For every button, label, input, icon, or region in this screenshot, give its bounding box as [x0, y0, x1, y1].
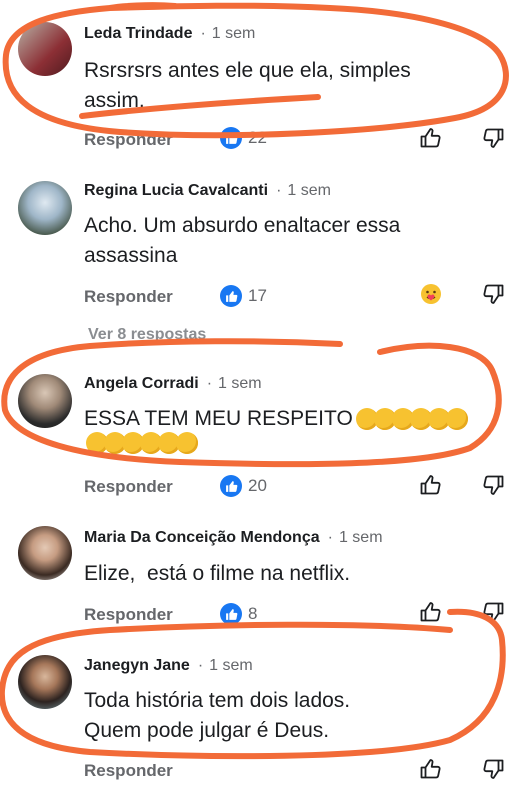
comment-text: Toda história tem dois lados. Quem pode …	[84, 689, 351, 742]
annotation-loop-3	[1, 338, 502, 468]
comment-time[interactable]: 1 sem	[287, 182, 331, 199]
clapping-hands-icon	[446, 408, 468, 430]
hand-drawn-annotations	[0, 2, 509, 760]
avatar[interactable]	[18, 22, 72, 76]
separator: ·	[206, 375, 213, 392]
reply-button[interactable]: Responder	[84, 287, 173, 307]
likes-count: 22	[248, 128, 267, 147]
likes-count-group[interactable]: 20	[220, 475, 267, 497]
comment-time[interactable]: 1 sem	[339, 529, 383, 546]
like-reaction-icon	[220, 127, 242, 149]
like-button-icon[interactable]	[419, 126, 443, 150]
avatar[interactable]	[18, 526, 72, 580]
likes-count: 20	[248, 476, 267, 495]
like-button-icon[interactable]	[419, 473, 443, 497]
reply-button[interactable]: Responder	[84, 605, 173, 625]
like-button-icon[interactable]	[419, 757, 443, 781]
comment-author[interactable]: Angela Corradi	[84, 375, 199, 392]
dislike-button-icon[interactable]	[481, 282, 505, 306]
likes-count-group[interactable]: 8	[220, 603, 257, 625]
comment-text: Acho. Um absurdo enaltacer essa assassin…	[84, 214, 401, 267]
comment-time[interactable]: 1 sem	[209, 657, 253, 674]
comment-text: ESSA TEM MEU RESPEITO	[84, 407, 353, 430]
like-reaction-icon	[220, 603, 242, 625]
clapping-emoji-row-1	[356, 408, 468, 430]
care-reaction-icon[interactable]	[419, 282, 443, 306]
likes-count-group[interactable]: 17	[220, 285, 267, 307]
dislike-button-icon[interactable]	[481, 757, 505, 781]
separator: ·	[276, 182, 282, 199]
like-button-icon[interactable]	[419, 600, 443, 624]
likes-count: 8	[248, 604, 258, 623]
dislike-button-icon[interactable]	[481, 126, 505, 150]
likes-count-group[interactable]: 22	[220, 127, 267, 149]
separator: ·	[200, 25, 206, 42]
clapping-hands-icon	[176, 432, 198, 454]
like-reaction-icon	[220, 475, 242, 497]
reply-button[interactable]: Responder	[84, 477, 173, 497]
like-reaction-icon	[220, 285, 242, 307]
comment-time[interactable]: 1 sem	[212, 25, 256, 42]
comment-text: Elize, está o filme na netflix.	[84, 562, 351, 585]
comment-author[interactable]: Maria Da Conceição Mendonça	[84, 529, 320, 546]
likes-count: 17	[248, 286, 267, 305]
avatar[interactable]	[18, 655, 72, 709]
separator: ·	[197, 657, 204, 674]
reply-button[interactable]: Responder	[84, 761, 173, 781]
comment-author[interactable]: Regina Lucia Cavalcanti	[84, 182, 268, 199]
view-replies-link[interactable]: Ver 8 respostas	[88, 326, 206, 344]
comment-text: Rsrsrsrs antes ele que ela, simples assi…	[84, 59, 411, 112]
clapping-emoji-row-2	[86, 432, 198, 454]
dislike-button-icon[interactable]	[481, 600, 505, 624]
avatar[interactable]	[18, 181, 72, 235]
reply-button[interactable]: Responder	[84, 130, 173, 150]
avatar[interactable]	[18, 374, 72, 428]
comment-author[interactable]: Leda Trindade	[84, 25, 192, 42]
separator: ·	[327, 529, 333, 546]
comment-time[interactable]: 1 sem	[218, 375, 262, 392]
dislike-button-icon[interactable]	[481, 473, 505, 497]
comment-author[interactable]: Janegyn Jane	[84, 657, 190, 674]
